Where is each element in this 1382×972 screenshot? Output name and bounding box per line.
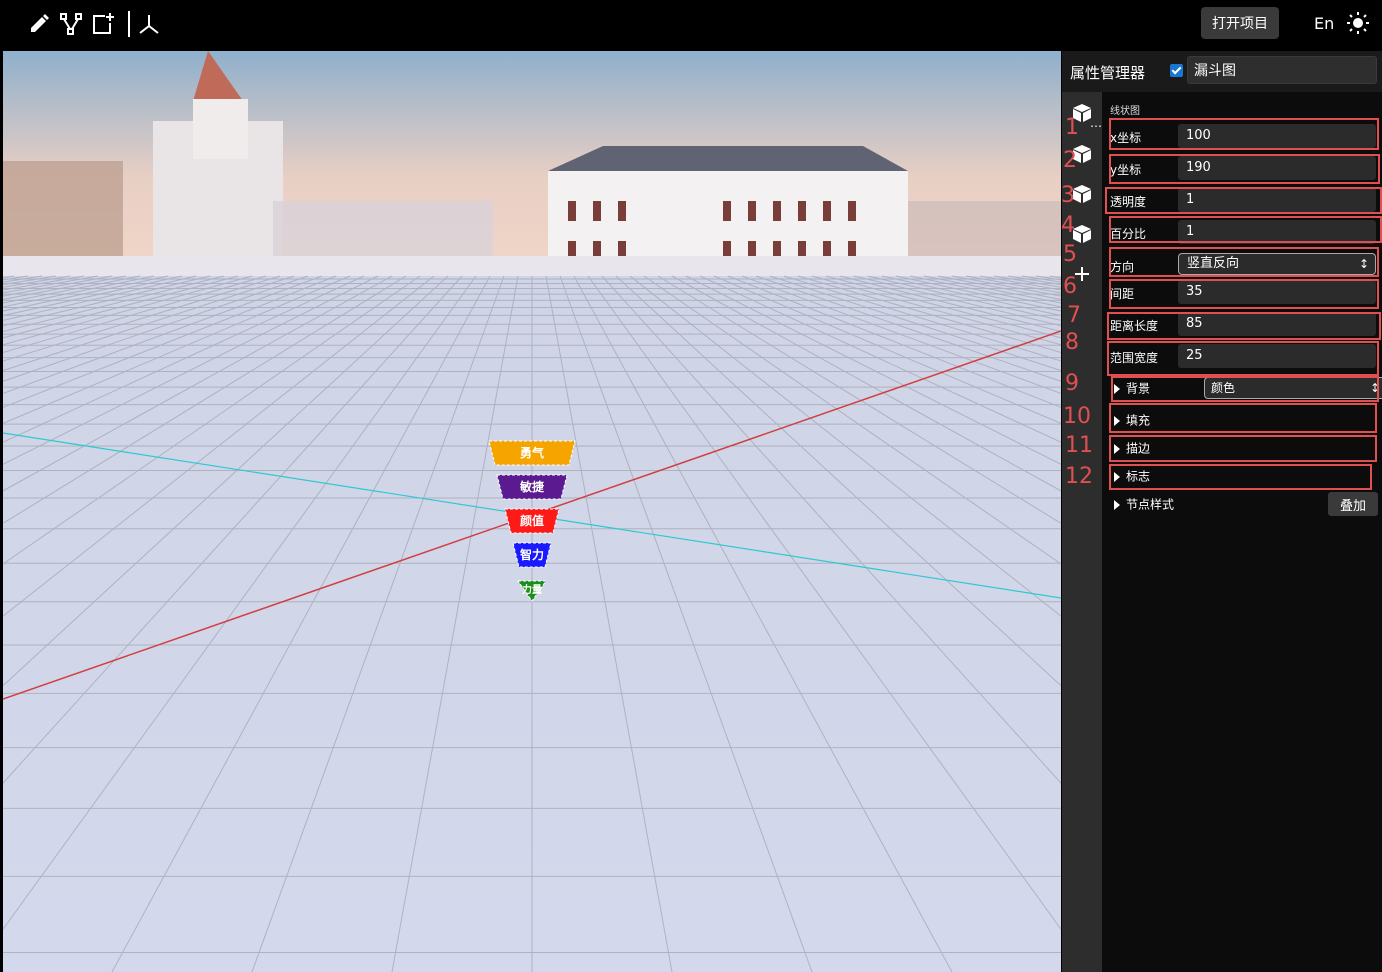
background-value: 颜色 [1211, 381, 1236, 395]
scene-viewport[interactable]: 勇气敏捷颜值智力力量 [3, 51, 1061, 972]
funnel-slice-label: 力量 [522, 583, 542, 596]
annotation-number: 9 [1065, 371, 1079, 396]
scene-canvas: 勇气敏捷颜值智力力量 [3, 51, 1061, 972]
app: 打开项目 En 勇气 敏捷 颜值 智力 力量 … 属性管理器 漏斗图 线状图 x… [0, 0, 1382, 972]
expand-arrow-icon [1114, 471, 1120, 482]
funnel-slice-label: 敏捷 [519, 479, 545, 494]
prop-range: 范围宽度 25 [1110, 344, 1376, 370]
direction-value: 竖直反向 [1187, 256, 1240, 271]
prop-label: x坐标 [1110, 131, 1142, 145]
toolbar-divider [128, 11, 130, 37]
annotation-number: 5 [1063, 242, 1077, 267]
expand-arrow-icon [1114, 415, 1120, 426]
distance-input[interactable]: 85 [1178, 312, 1376, 336]
annotation-number: 6 [1063, 274, 1077, 299]
prop-label: 透明度 [1110, 195, 1147, 209]
annotation-number: 3 [1061, 183, 1075, 208]
section-title: 线状图 [1110, 106, 1140, 117]
top-toolbar: 打开项目 En [0, 0, 1382, 50]
expand-arrow-icon [1114, 443, 1120, 454]
fill-section[interactable]: 填充 [1114, 409, 1364, 431]
more-icon[interactable]: … [1090, 116, 1102, 130]
prop-x: x坐标 100 [1110, 124, 1376, 150]
prop-distance: 距离长度 85 [1110, 312, 1376, 338]
prop-percent: 百分比 1 [1110, 220, 1376, 246]
prop-label: 百分比 [1110, 227, 1147, 241]
annotation-number: 10 [1063, 404, 1091, 429]
prop-opacity: 透明度 1 [1110, 188, 1376, 214]
range-input[interactable]: 25 [1178, 344, 1376, 368]
prop-label: 范围宽度 [1110, 351, 1159, 365]
background-label: 背景 [1126, 381, 1151, 396]
prop-direction: 方向 竖直反向 ↕ [1110, 253, 1376, 279]
percent-input[interactable]: 1 [1178, 220, 1376, 244]
marker-section[interactable]: 标志 [1114, 465, 1364, 487]
y-input[interactable]: 190 [1178, 156, 1376, 180]
expand-arrow-icon [1114, 499, 1120, 510]
updown-arrow-icon: ↕ [1358, 257, 1369, 271]
object-name-field[interactable]: 漏斗图 [1187, 56, 1377, 84]
add-frame-icon[interactable] [91, 12, 115, 36]
background-select[interactable]: 颜色 ↕ [1204, 377, 1382, 399]
node-edit-icon[interactable] [59, 12, 83, 36]
prop-y: y坐标 190 [1110, 156, 1376, 182]
fill-label: 填充 [1126, 413, 1151, 428]
cube-icon[interactable] [1072, 184, 1092, 204]
funnel-slice-label: 勇气 [520, 445, 544, 460]
node-style-section[interactable]: 节点样式 [1114, 493, 1364, 515]
annotation-number: 1 [1065, 115, 1079, 140]
annotation-number: 2 [1063, 148, 1077, 173]
background-section[interactable]: 背景 颜色 ↕ [1114, 377, 1382, 399]
sun-icon[interactable] [1346, 11, 1370, 35]
prop-label: y坐标 [1110, 163, 1142, 177]
panel-title: 属性管理器 [1070, 64, 1146, 82]
spacing-input[interactable]: 35 [1178, 280, 1376, 304]
language-toggle[interactable]: En [1314, 14, 1334, 33]
property-panel: 线状图 x坐标 100 y坐标 190 透明度 1 百分比 1 方向 竖直反向 ↕… [1102, 92, 1382, 972]
annotation-number: 11 [1065, 433, 1093, 458]
opacity-input[interactable]: 1 [1178, 188, 1376, 212]
annotation-number: 8 [1065, 330, 1079, 355]
marker-label: 标志 [1126, 469, 1151, 484]
overlay-button[interactable]: 叠加 [1328, 492, 1378, 516]
open-project-button[interactable]: 打开项目 [1201, 7, 1279, 39]
stroke-label: 描边 [1126, 441, 1151, 456]
node-style-label: 节点样式 [1126, 497, 1175, 512]
property-manager-header: 属性管理器 漏斗图 [1062, 51, 1382, 92]
annotation-number: 7 [1067, 303, 1081, 328]
updown-arrow-icon: ↕ [1369, 381, 1380, 395]
annotation-number: 4 [1061, 213, 1075, 238]
funnel-slice-label: 智力 [519, 547, 544, 562]
stroke-section[interactable]: 描边 [1114, 437, 1364, 459]
funnel-slice-label: 颜值 [520, 513, 544, 528]
prop-label: 方向 [1110, 260, 1135, 274]
prop-label: 距离长度 [1110, 319, 1159, 333]
visibility-checkbox[interactable] [1170, 64, 1183, 77]
x-input[interactable]: 100 [1178, 124, 1376, 148]
expand-arrow-icon [1114, 383, 1120, 394]
pencil-icon[interactable] [27, 12, 51, 36]
direction-select[interactable]: 竖直反向 ↕ [1178, 253, 1376, 275]
axis-icon[interactable] [137, 12, 161, 36]
prop-label: 间距 [1110, 287, 1135, 301]
cube-icon[interactable] [1072, 224, 1092, 244]
prop-spacing: 间距 35 [1110, 280, 1376, 306]
annotation-number: 12 [1065, 464, 1093, 489]
